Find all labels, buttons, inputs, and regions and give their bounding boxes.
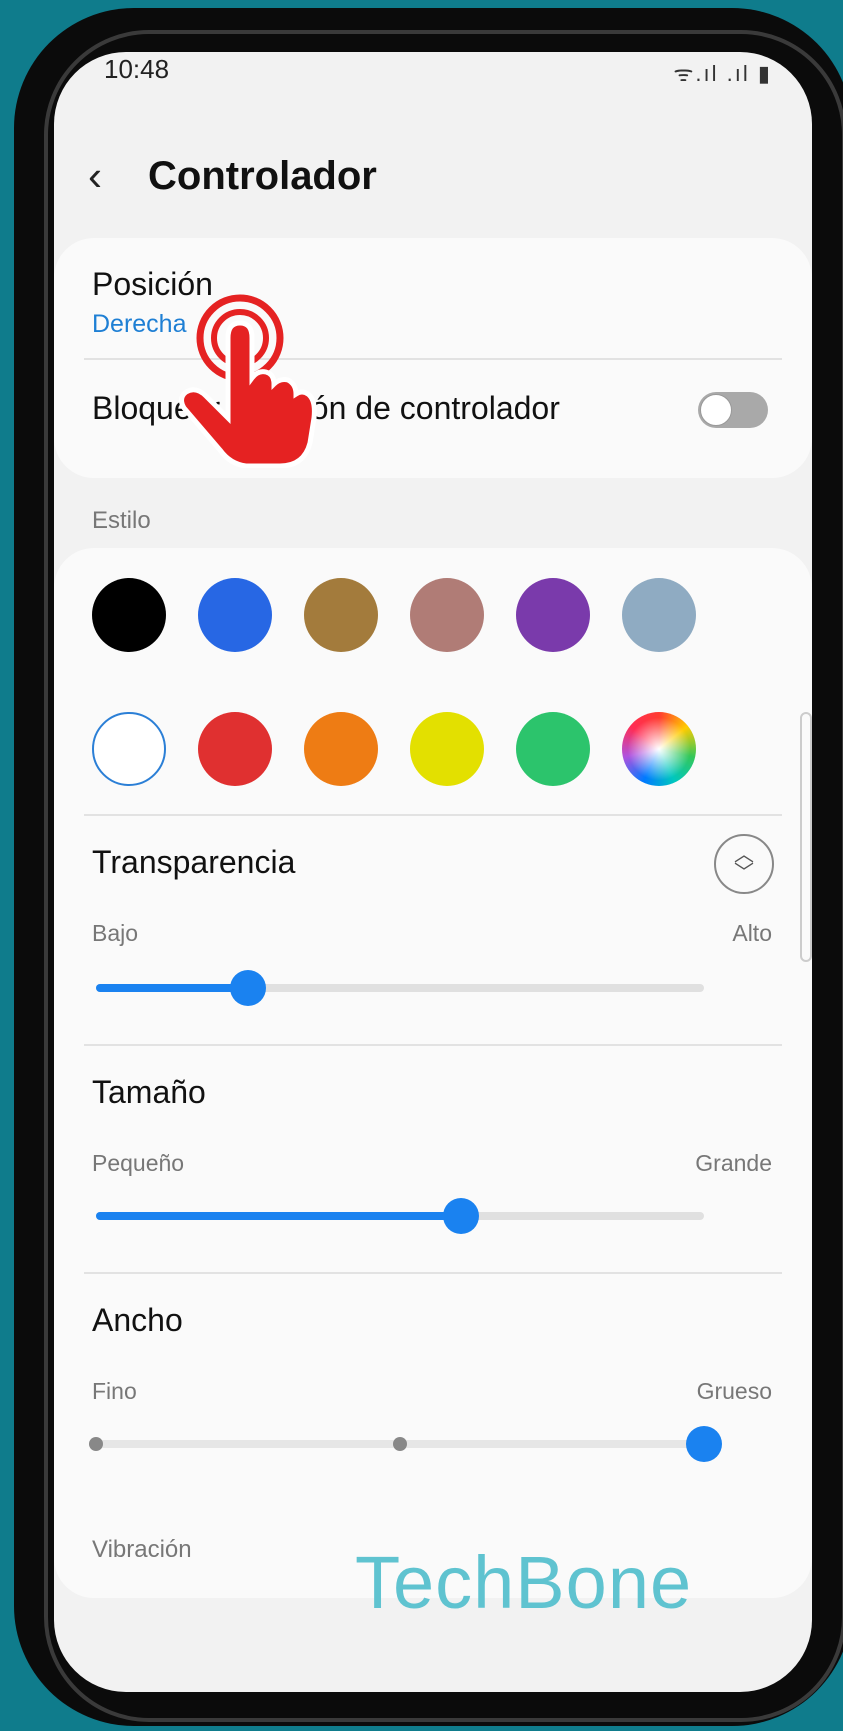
width-thumb[interactable]	[686, 1426, 722, 1462]
back-arrow-icon[interactable]: ‹	[88, 152, 148, 200]
style-section-label: Estilo	[92, 507, 151, 534]
divider	[84, 1044, 782, 1046]
width-min-label: Fino	[92, 1378, 137, 1404]
vibration-section-label: Vibración	[92, 1536, 192, 1563]
size-fill	[96, 1212, 461, 1220]
transparency-fill	[96, 984, 248, 992]
lock-position-toggle[interactable]	[698, 392, 768, 428]
size-thumb[interactable]	[442, 1198, 479, 1234]
color-swatch[interactable]	[516, 712, 590, 786]
scrollbar[interactable]	[800, 712, 812, 962]
size-title: Tamaño	[92, 1074, 206, 1110]
status-time: 10:48	[104, 54, 170, 84]
toggle-knob	[700, 394, 732, 426]
divider	[84, 1272, 782, 1274]
chevron-down-icon: ﹀	[734, 862, 754, 884]
scroll-toggle-button[interactable]: ︿ ﹀	[714, 834, 774, 894]
color-swatch[interactable]	[198, 578, 272, 652]
size-min-label: Pequeño	[92, 1150, 185, 1176]
color-swatch[interactable]	[304, 578, 378, 652]
transparency-max-label: Alto	[732, 920, 772, 946]
color-swatch[interactable]	[622, 578, 696, 652]
size-slider[interactable]	[96, 1198, 704, 1234]
color-swatch[interactable]	[92, 578, 166, 652]
page-title: Controlador	[148, 153, 377, 198]
tap-hand-icon	[178, 294, 317, 468]
color-swatch[interactable]	[304, 712, 378, 786]
transparency-thumb[interactable]	[230, 970, 266, 1006]
color-swatch[interactable]	[92, 712, 166, 786]
style-card: Transparencia Bajo Alto Tamaño Pequeño G…	[54, 548, 812, 1598]
width-max-label: Grueso	[696, 1378, 772, 1404]
width-title: Ancho	[92, 1302, 183, 1338]
divider	[84, 814, 782, 816]
width-slider[interactable]	[89, 1426, 722, 1462]
techbone-watermark: TechBone	[355, 1541, 693, 1624]
color-swatch[interactable]	[410, 578, 484, 652]
size-max-label: Grande	[695, 1150, 772, 1176]
header: ‹ Controlador	[88, 152, 377, 200]
transparency-min-label: Bajo	[92, 920, 139, 946]
color-swatch[interactable]	[516, 578, 590, 652]
color-swatch[interactable]	[410, 712, 484, 786]
width-step-tick	[393, 1437, 407, 1451]
transparency-slider[interactable]	[96, 970, 704, 1006]
color-swatch[interactable]	[622, 712, 696, 786]
transparency-title: Transparencia	[92, 844, 296, 880]
status-icons: ᯤ.ıl .ıl ▮	[673, 61, 772, 86]
width-step-tick	[89, 1437, 103, 1451]
color-swatch[interactable]	[198, 712, 272, 786]
